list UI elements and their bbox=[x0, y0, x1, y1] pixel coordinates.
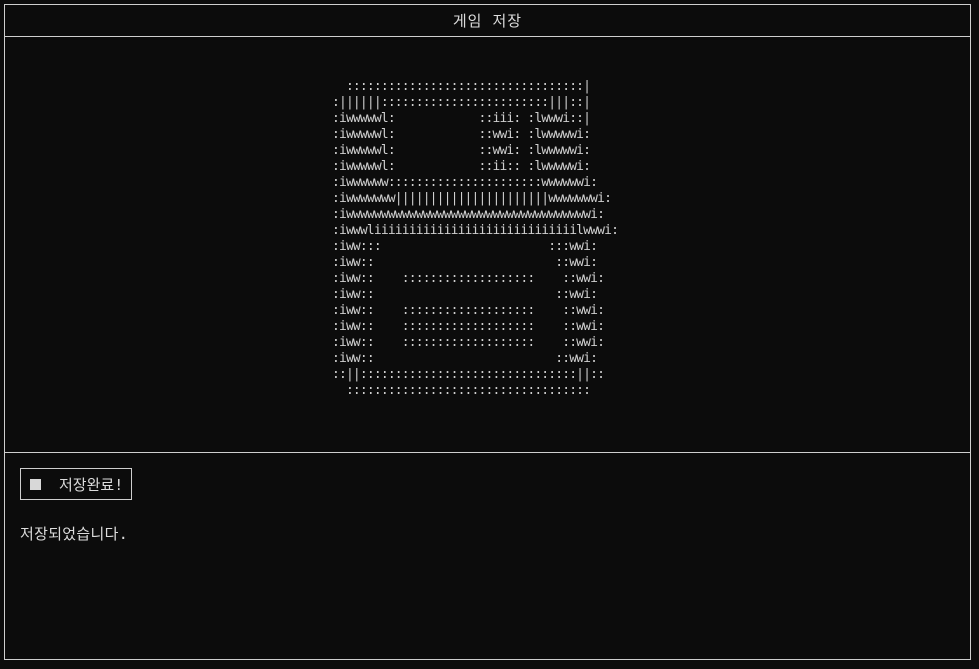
status-message: 저장되었습니다. bbox=[20, 525, 129, 543]
art-panel: ::::::::::::::::::::::::::::::::::|:||||… bbox=[5, 37, 970, 453]
ascii-art-line: :iwwwwwwwwwwwwwwwwwwwwwwwwwwwwwwwwwwwi: bbox=[332, 207, 605, 222]
game-window: 게임 저장 ::::::::::::::::::::::::::::::::::… bbox=[4, 4, 971, 660]
ascii-art-line: :iww:: ::wwi: bbox=[332, 287, 598, 302]
ascii-art-line: :iwwwliiiiiiiiiiiiiiiiiiiiiiiiiiiiilwwwi… bbox=[332, 223, 619, 238]
ascii-art-line: :iww:: ::::::::::::::::::: ::wwi: bbox=[332, 303, 605, 318]
square-icon bbox=[30, 478, 41, 490]
save-complete-label: 저장완료! bbox=[59, 475, 124, 494]
save-complete-badge: 저장완료! bbox=[20, 468, 133, 500]
ascii-art-line: :iwwwwwl: ::iii: :lwwwi::| bbox=[332, 111, 591, 126]
window-title: 게임 저장 bbox=[452, 12, 523, 30]
ascii-art-line: :iww:: ::::::::::::::::::: ::wwi: bbox=[332, 271, 605, 286]
ascii-art-line: :iwwwwwl: ::wwi: :lwwwwwi: bbox=[332, 143, 591, 158]
ascii-art-line: :iww:: ::wwi: bbox=[332, 255, 598, 270]
ascii-art-line: :iwwwwwl: ::ii:: :lwwwwwi: bbox=[332, 159, 591, 174]
ascii-art-line: :iwwwwwl: ::wwi: :lwwwwwi: bbox=[332, 127, 591, 142]
status-panel: 저장완료! 저장되었습니다. bbox=[5, 453, 970, 660]
ascii-art-line: :iww:: ::::::::::::::::::: ::wwi: bbox=[332, 335, 605, 350]
window-title-bar: 게임 저장 bbox=[5, 5, 970, 37]
ascii-art-line: :iww:: ::wwi: bbox=[332, 351, 598, 366]
ascii-art-line: :iwwwwww::::::::::::::::::::::wwwwwwi: bbox=[332, 175, 598, 190]
ascii-art-line: ::::::::::::::::::::::::::::::::::| bbox=[332, 79, 591, 94]
ascii-art-line: :||||||::::::::::::::::::::::::|||::| bbox=[332, 95, 591, 110]
ascii-art-line: ::||:::::::::::::::::::::::::::::::||:: bbox=[332, 367, 605, 382]
ascii-art-line: :iww:: ::::::::::::::::::: ::wwi: bbox=[332, 319, 605, 334]
ascii-art-line: :iwwwwwww||||||||||||||||||||||wwwwwwwi: bbox=[332, 191, 612, 206]
floppy-disk-icon: ::::::::::::::::::::::::::::::::::|:||||… bbox=[332, 79, 619, 399]
ascii-art-line: :iww::: :::wwi: bbox=[332, 239, 598, 254]
ascii-art-line: ::::::::::::::::::::::::::::::::::: bbox=[332, 383, 591, 398]
